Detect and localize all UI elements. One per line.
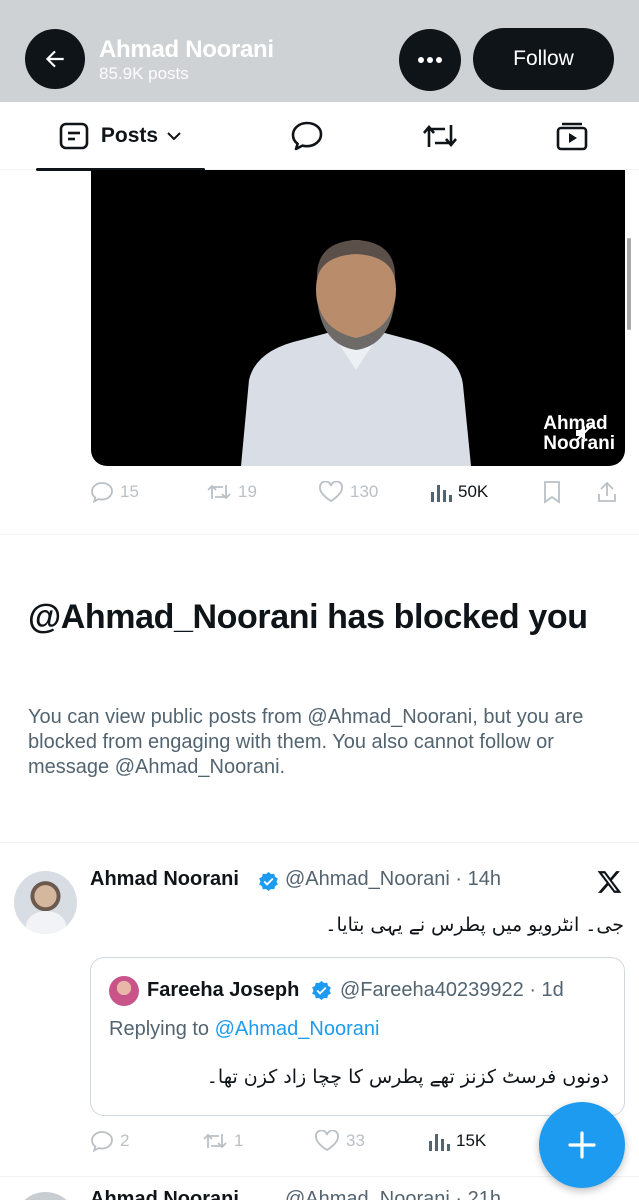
repost-icon: [423, 124, 457, 148]
profile-header: Ahmad Noorani 85.9K posts Follow: [0, 0, 639, 102]
avatar[interactable]: [14, 1192, 77, 1200]
tab-reposts[interactable]: [408, 102, 472, 170]
divider: [0, 842, 639, 843]
header-post-count: 85.9K posts: [99, 64, 189, 83]
share-icon: [598, 481, 616, 502]
verified-badge-icon: [312, 980, 331, 1001]
reply-count: 15: [120, 482, 139, 501]
more-options-button[interactable]: [399, 29, 461, 91]
bookmark-button[interactable]: [542, 480, 596, 504]
reply-icon: [91, 482, 113, 503]
views-chart-icon: [431, 485, 452, 502]
like-count: 33: [346, 1131, 365, 1150]
view-count: 50K: [458, 482, 489, 501]
replying-prefix: Replying to: [109, 1018, 215, 1040]
views-button[interactable]: 50K: [430, 482, 542, 502]
avatar-shirt: [26, 911, 66, 934]
tab-replies[interactable]: [275, 102, 339, 170]
quoted-author-name: Fareeha Joseph: [147, 979, 300, 1001]
reply-icon: [91, 1131, 113, 1152]
heart-icon: [315, 1130, 339, 1152]
divider: [0, 1176, 639, 1177]
tab-posts-label: Posts: [100, 124, 159, 147]
avatar[interactable]: [14, 871, 77, 934]
repost-button[interactable]: 1: [202, 1131, 314, 1151]
more-horizontal-icon: [418, 57, 442, 63]
share-button[interactable]: [596, 480, 624, 504]
blocked-description: You can view public posts from @Ahmad_No…: [28, 706, 584, 778]
reply-bubble-icon: [291, 121, 323, 151]
verified-badge-icon: [259, 871, 278, 892]
reply-button[interactable]: 15: [90, 481, 206, 503]
quoted-avatar: [109, 976, 139, 1006]
watermark-line-1: Ahmad: [543, 413, 608, 434]
views-chart-icon: [429, 1134, 450, 1151]
replying-to: Replying to @Ahmad_Noorani: [109, 1018, 379, 1041]
compose-post-button[interactable]: [539, 1102, 625, 1188]
heart-icon: [319, 481, 343, 503]
follow-button[interactable]: Follow: [473, 28, 614, 90]
tweet-author-name[interactable]: Ahmad Noorani: [90, 868, 239, 891]
quoted-tweet-text: دونوں فرسٹ کزنز تھے پطرس کا چچا زاد کزن …: [206, 1066, 609, 1088]
repost-count: 19: [238, 482, 257, 501]
arrow-left-icon: [45, 50, 64, 68]
view-count: 15K: [456, 1131, 487, 1150]
watermark-line-2: Noorani: [543, 433, 615, 454]
video-player[interactable]: Ahmad Noorani: [91, 170, 625, 466]
profile-tabs: Posts: [0, 102, 639, 171]
like-button[interactable]: 130: [318, 481, 430, 503]
next-tweet[interactable]: Ahmad Noorani @Ahmad_Noorani · 21h: [0, 1180, 639, 1200]
scrollbar[interactable]: [627, 238, 631, 330]
like-button[interactable]: 33: [314, 1130, 428, 1152]
chevron-down-icon: [167, 132, 181, 141]
blocked-title: @Ahmad_Noorani has blocked you: [28, 598, 588, 636]
repost-icon: [207, 484, 231, 500]
tweet-handle-time: @Ahmad_Noorani · 21h: [285, 1188, 501, 1200]
video-watermark: Ahmad Noorani: [543, 414, 615, 454]
tweet-author-name[interactable]: Ahmad Noorani: [90, 1188, 239, 1200]
views-button[interactable]: 15K: [428, 1131, 540, 1151]
reply-button[interactable]: 2: [90, 1130, 202, 1152]
media-video-icon: [556, 122, 588, 151]
header-profile-name: Ahmad Noorani: [99, 36, 274, 63]
quoted-handle-time: @Fareeha40239922 · 1d: [340, 979, 564, 1001]
tab-media[interactable]: [540, 102, 604, 170]
reply-count: 2: [120, 1131, 130, 1150]
video-post-actions: 15 19 130 50K: [90, 475, 624, 509]
tab-posts[interactable]: Posts: [36, 102, 205, 170]
bookmark-icon: [544, 481, 560, 504]
divider: [0, 534, 639, 535]
replying-handle-link[interactable]: @Ahmad_Noorani: [215, 1018, 380, 1040]
posts-icon: [59, 122, 89, 150]
back-button[interactable]: [25, 29, 85, 89]
quoted-tweet[interactable]: Fareeha Joseph @Fareeha40239922 · 1d Rep…: [90, 957, 625, 1116]
tweet-text: جی۔ انٹرویو میں پطرس نے یہی بتایا۔: [325, 914, 624, 936]
like-count: 130: [350, 482, 379, 501]
tweet-handle-time: @Ahmad_Noorani · 14h: [285, 868, 501, 890]
repost-count: 1: [234, 1131, 244, 1150]
plus-icon: [568, 1131, 596, 1159]
repost-button[interactable]: 19: [206, 482, 318, 502]
x-logo-icon: [597, 871, 622, 893]
repost-icon: [203, 1133, 227, 1149]
